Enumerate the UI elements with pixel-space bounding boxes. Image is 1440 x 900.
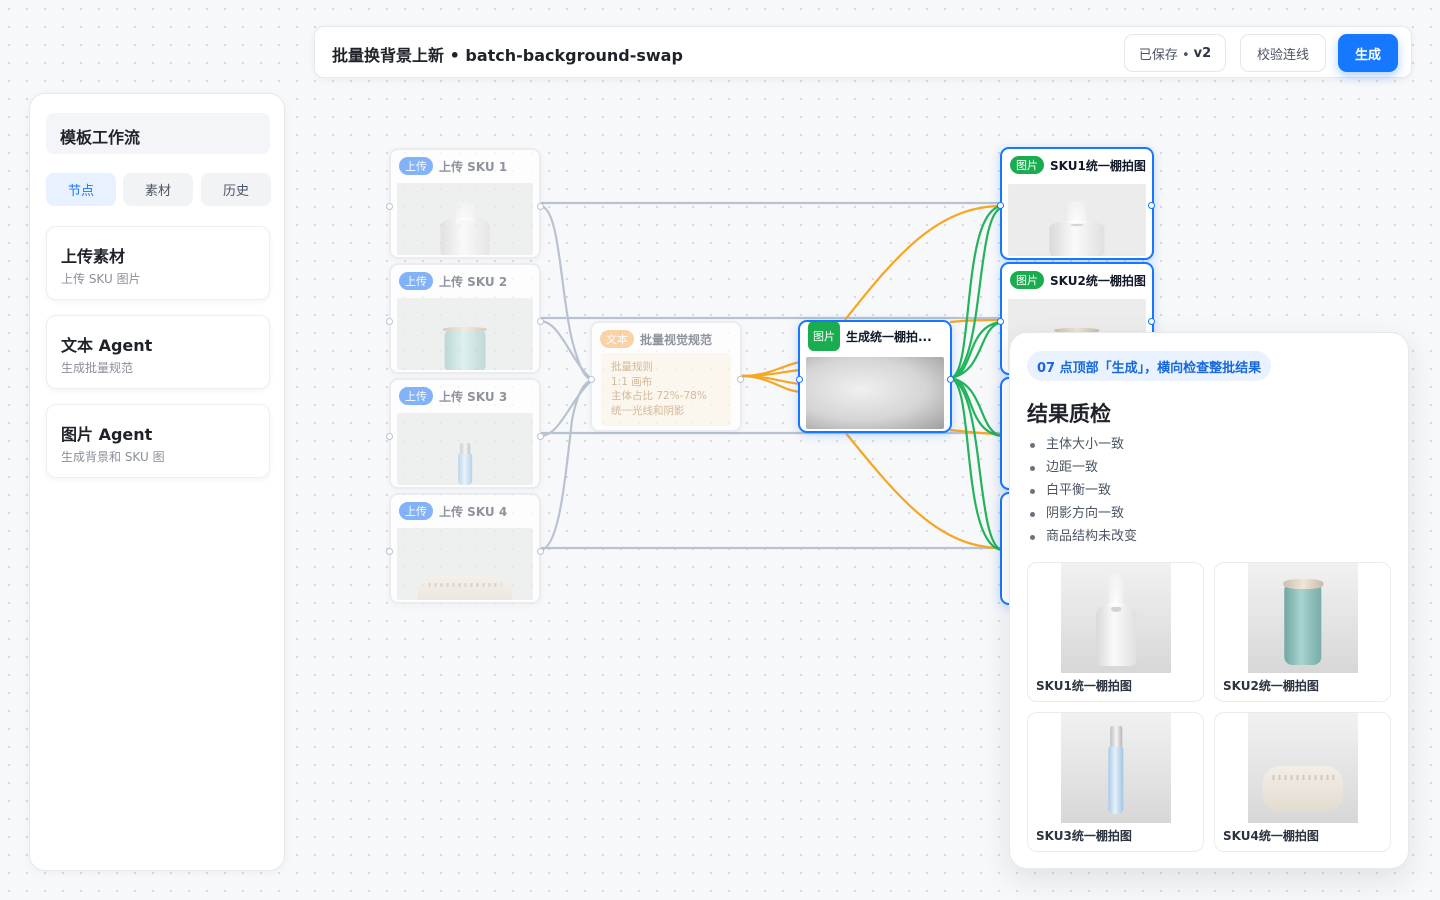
- spec-line: 统一光线和阴影: [611, 404, 685, 417]
- output-port[interactable]: [1148, 202, 1155, 209]
- image-badge: 图片: [1010, 271, 1044, 289]
- edge-generate-to-sku2: [949, 318, 1003, 324]
- checklist-item: 主体大小一致: [1030, 433, 1137, 456]
- tumbler-image: [442, 327, 487, 370]
- spec-line: 批量规则: [611, 361, 653, 373]
- checklist-item: 边距一致: [1030, 456, 1137, 479]
- step-hint-pill: 07 点顶部「生成」，横向检查整批结果: [1027, 351, 1272, 381]
- input-port[interactable]: [796, 376, 803, 383]
- bottle-image: [458, 443, 472, 485]
- checklist-item: 商品结构未改变: [1030, 525, 1137, 548]
- output-port[interactable]: [537, 318, 544, 325]
- result-image-sku1: [1061, 563, 1171, 673]
- node-title: 批量视觉规范: [640, 332, 713, 347]
- result-card-sku4[interactable]: SKU4统一棚拍图: [1214, 712, 1391, 852]
- input-port[interactable]: [386, 203, 393, 210]
- qc-checklist: 主体大小一致 边距一致 白平衡一致 阴影方向一致 商品结构未改变: [1030, 433, 1137, 548]
- spec-line: 主体占比 72%-78%: [611, 390, 707, 402]
- result-card-sku1[interactable]: SKU1统一棚拍图: [1027, 562, 1204, 702]
- output-port[interactable]: [537, 433, 544, 440]
- edge-generate-to-sku4: [844, 431, 1003, 550]
- speaker-image: [1262, 765, 1344, 812]
- output-port[interactable]: [537, 203, 544, 210]
- upload-node-sku2[interactable]: 上传 上传 SKU 2: [389, 263, 541, 374]
- upload-node-sku1[interactable]: 上传 上传 SKU 1: [389, 148, 541, 259]
- image-badge: 图片: [808, 322, 840, 351]
- edge-sku1-to-spec: [539, 204, 593, 382]
- edge-green-sku4-a: [949, 376, 1003, 552]
- edge-green-sku1-b: [949, 206, 1003, 380]
- checklist-item: 白平衡一致: [1030, 479, 1137, 502]
- node-title: 上传 SKU 4: [439, 504, 508, 519]
- output-port[interactable]: [737, 376, 744, 383]
- bottle-image: [1108, 725, 1124, 815]
- edge-sku4-to-spec: [539, 378, 593, 552]
- generate-image-node[interactable]: 图片 生成统一棚拍...: [798, 320, 952, 433]
- output-node-sku1[interactable]: 图片 SKU1统一棚拍图: [1000, 147, 1154, 260]
- input-port[interactable]: [386, 318, 393, 325]
- sku4-thumbnail: [397, 528, 533, 600]
- sku2-thumbnail: [397, 298, 533, 370]
- result-label: SKU3统一棚拍图: [1036, 829, 1132, 843]
- upload-badge: 上传: [399, 272, 433, 290]
- text-badge: 文本: [600, 330, 634, 348]
- speaker-image: [417, 575, 513, 600]
- node-title: SKU1统一棚拍图: [1050, 158, 1146, 173]
- mist-image: [1108, 574, 1124, 607]
- result-image-sku4: [1248, 713, 1358, 823]
- checklist-item: 阴影方向一致: [1030, 502, 1137, 525]
- edge-sku2-to-spec: [539, 319, 593, 381]
- input-port[interactable]: [386, 548, 393, 555]
- green-edges: [949, 204, 1003, 552]
- edge-green-sku4-b: [949, 376, 1003, 552]
- upload-badge: 上传: [399, 157, 433, 175]
- output-port[interactable]: [947, 376, 954, 383]
- upload-node-sku3[interactable]: 上传 上传 SKU 3: [389, 378, 541, 489]
- result-label: SKU1统一棚拍图: [1036, 679, 1132, 693]
- result-image-sku3: [1061, 713, 1171, 823]
- result-card-sku2[interactable]: SKU2统一棚拍图: [1214, 562, 1391, 702]
- sku1-thumbnail: [397, 183, 533, 255]
- input-port[interactable]: [588, 376, 595, 383]
- result-qc-panel: 07 点顶部「生成」，横向检查整批结果 结果质检 主体大小一致 边距一致 白平衡…: [1009, 332, 1409, 869]
- edge-green-sku1-a: [949, 204, 1003, 380]
- node-title: 上传 SKU 3: [439, 389, 508, 404]
- spec-line: 1:1 画布: [611, 375, 653, 388]
- humidifier-image: [1049, 221, 1105, 256]
- mist-image: [1067, 201, 1087, 223]
- upload-node-sku4[interactable]: 上传 上传 SKU 4: [389, 493, 541, 604]
- spec-rules-text: 批量规则 1:1 画布 主体占比 72%-78% 统一光线和阴影: [601, 353, 731, 426]
- tumbler-image: [1282, 579, 1324, 666]
- sku1-output-thumbnail: [1008, 184, 1146, 256]
- result-card-sku3[interactable]: SKU3统一棚拍图: [1027, 712, 1204, 852]
- result-label: SKU4统一棚拍图: [1223, 829, 1319, 843]
- input-port[interactable]: [386, 433, 393, 440]
- node-title: 上传 SKU 2: [439, 274, 508, 289]
- output-port[interactable]: [537, 548, 544, 555]
- input-port[interactable]: [997, 202, 1004, 209]
- generated-background-thumbnail: [806, 357, 944, 429]
- panel-title: 结果质检: [1027, 402, 1111, 426]
- edge-sku3-to-spec: [539, 379, 593, 438]
- image-badge: 图片: [1010, 156, 1044, 174]
- upload-badge: 上传: [399, 387, 433, 405]
- node-title: SKU2统一棚拍图: [1050, 273, 1146, 288]
- node-title: 生成统一棚拍...: [846, 329, 932, 344]
- result-label: SKU2统一棚拍图: [1223, 679, 1319, 693]
- output-port[interactable]: [1148, 318, 1155, 325]
- input-port[interactable]: [997, 318, 1004, 325]
- mist-image: [455, 201, 475, 224]
- sku3-thumbnail: [397, 413, 533, 485]
- text-spec-node[interactable]: 文本 批量视觉规范 批量规则 1:1 画布 主体占比 72%-78% 统一光线和阴…: [590, 321, 742, 432]
- upload-badge: 上传: [399, 502, 433, 520]
- result-image-sku2: [1248, 563, 1358, 673]
- node-title: 上传 SKU 1: [439, 159, 508, 174]
- humidifier-image: [1096, 602, 1136, 667]
